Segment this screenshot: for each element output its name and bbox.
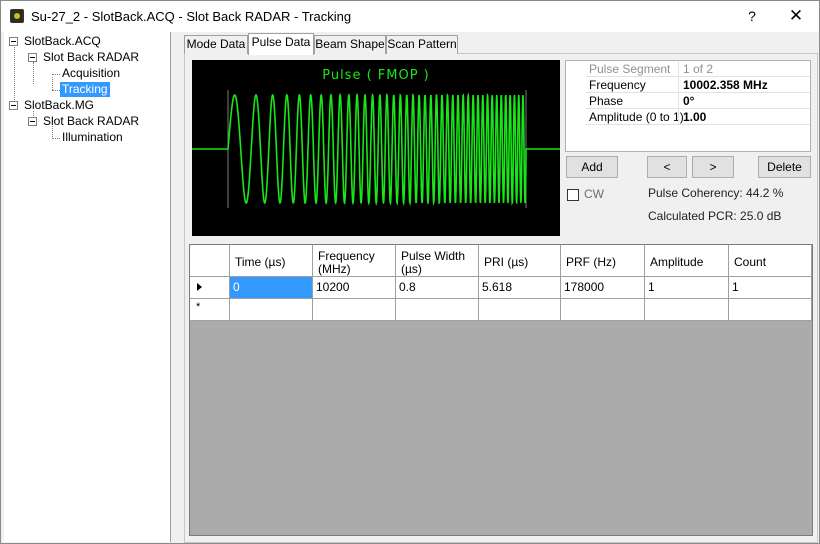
tree-item-slot-back-radar-2[interactable]: Slot Back RADAR	[41, 114, 141, 129]
cw-label: CW	[584, 187, 604, 201]
collapse-icon[interactable]	[28, 53, 37, 62]
tree-item-tracking[interactable]: Tracking	[60, 82, 110, 97]
calculated-pcr: Calculated PCR: 25.0 dB	[648, 209, 782, 223]
column-header-amplitude[interactable]: Amplitude	[645, 245, 729, 277]
delete-button[interactable]: Delete	[758, 156, 811, 178]
new-row-cell[interactable]	[313, 299, 396, 321]
segment-key: Amplitude (0 to 1)	[589, 110, 684, 124]
main-window: Su-27_2 - SlotBack.ACQ - Slot Back RADAR…	[0, 0, 820, 544]
app-icon	[10, 9, 24, 23]
collapse-icon[interactable]	[9, 37, 18, 46]
column-header-prf[interactable]: PRF (Hz)	[561, 245, 645, 277]
cw-checkbox[interactable]	[567, 189, 579, 201]
prev-segment-button[interactable]: <	[647, 156, 687, 178]
cell-pulse-width[interactable]: 0.8	[396, 277, 479, 299]
segment-row-amplitude[interactable]: Amplitude (0 to 1) 1.00	[566, 109, 810, 125]
collapse-icon[interactable]	[28, 117, 37, 126]
tree-view[interactable]: SlotBack.ACQ Slot Back RADAR Acquisition…	[4, 32, 171, 542]
pulse-segment-panel: Pulse Segment 1 of 2 Frequency 10002.358…	[565, 60, 811, 152]
add-button[interactable]: Add	[566, 156, 618, 178]
new-row-cell[interactable]	[729, 299, 812, 321]
new-row-cell[interactable]	[561, 299, 645, 321]
segment-key: Phase	[589, 94, 624, 108]
scope-title: Pulse ( FMOP )	[322, 68, 430, 83]
collapse-icon[interactable]	[9, 101, 18, 110]
segment-value[interactable]: 10002.358 MHz	[683, 78, 768, 92]
next-segment-button[interactable]: >	[692, 156, 734, 178]
column-header-pulse-width[interactable]: Pulse Width (µs)	[396, 245, 479, 277]
row-header-current[interactable]	[190, 277, 230, 299]
tree-item-illumination[interactable]: Illumination	[60, 130, 125, 145]
cell-prf[interactable]: 178000	[561, 277, 645, 299]
column-header-count[interactable]: Count	[729, 245, 812, 277]
cell-time[interactable]: 0	[230, 277, 313, 299]
tree-item-slot-back-radar[interactable]: Slot Back RADAR	[41, 50, 141, 65]
segment-value[interactable]: 0°	[683, 94, 694, 108]
segment-header-row: Pulse Segment 1 of 2	[566, 61, 810, 77]
grid-corner	[190, 245, 230, 277]
column-header-pri[interactable]: PRI (µs)	[479, 245, 561, 277]
cell-frequency[interactable]: 10200	[313, 277, 396, 299]
tab-scan-pattern[interactable]: Scan Pattern	[386, 35, 458, 54]
segment-key: Frequency	[589, 78, 646, 92]
pulse-waveform	[192, 90, 560, 208]
tree-item-slotback-mg[interactable]: SlotBack.MG	[22, 98, 96, 113]
tree-item-acquisition[interactable]: Acquisition	[60, 66, 122, 81]
pulse-data-grid[interactable]: Time (µs) Frequency (MHz) Pulse Width (µ…	[189, 244, 813, 536]
cell-count[interactable]: 1	[729, 277, 812, 299]
window-title: Su-27_2 - SlotBack.ACQ - Slot Back RADAR…	[31, 9, 352, 24]
tab-beam-shape[interactable]: Beam Shape	[314, 35, 386, 54]
segment-row-phase[interactable]: Phase 0°	[566, 93, 810, 109]
tab-pulse-data[interactable]: Pulse Data	[248, 33, 314, 55]
new-row-cell[interactable]	[645, 299, 729, 321]
pulse-scope-display: Pulse ( FMOP )	[192, 60, 560, 236]
pulse-coherency: Pulse Coherency: 44.2 %	[648, 186, 784, 200]
new-row-cell[interactable]	[230, 299, 313, 321]
column-header-time[interactable]: Time (µs)	[230, 245, 313, 277]
segment-index: 1 of 2	[683, 62, 714, 76]
new-row-cell[interactable]	[396, 299, 479, 321]
cell-amplitude[interactable]: 1	[645, 277, 729, 299]
current-row-icon	[197, 283, 202, 291]
column-header-frequency[interactable]: Frequency (MHz)	[313, 245, 396, 277]
segment-value[interactable]: 1.00	[683, 110, 706, 124]
cell-pri[interactable]: 5.618	[479, 277, 561, 299]
close-icon[interactable]: ✕	[783, 5, 809, 27]
segment-header-label: Pulse Segment	[589, 62, 671, 76]
row-header-new[interactable]: *	[190, 299, 230, 321]
new-row-cell[interactable]	[479, 299, 561, 321]
title-bar: Su-27_2 - SlotBack.ACQ - Slot Back RADAR…	[1, 1, 819, 32]
help-button[interactable]: ?	[741, 5, 763, 27]
tab-mode-data[interactable]: Mode Data	[184, 35, 248, 54]
segment-row-frequency[interactable]: Frequency 10002.358 MHz	[566, 77, 810, 93]
tree-item-slotback-acq[interactable]: SlotBack.ACQ	[22, 34, 103, 49]
new-row-marker: *	[196, 301, 201, 313]
